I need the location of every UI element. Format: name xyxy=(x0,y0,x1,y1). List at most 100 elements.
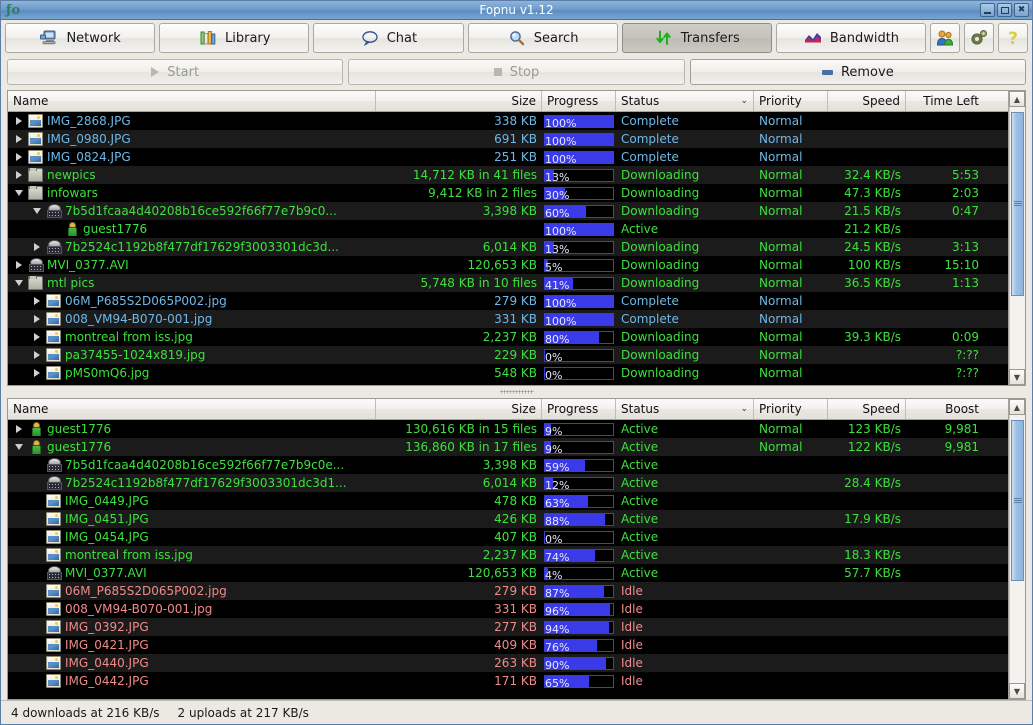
maximize-icon[interactable] xyxy=(997,3,1012,17)
collapse-toggle-icon[interactable] xyxy=(13,442,24,453)
expand-toggle-icon[interactable] xyxy=(31,350,42,361)
column-header-progress[interactable]: Progress xyxy=(542,91,616,111)
expand-toggle-icon[interactable] xyxy=(31,296,42,307)
column-header-speed[interactable]: Speed xyxy=(828,399,906,419)
table-row[interactable]: IMG_0449.JPG478 KB63%Active xyxy=(8,492,1025,510)
tab-search[interactable]: Search xyxy=(468,23,618,53)
collapse-toggle-icon[interactable] xyxy=(13,188,24,199)
table-row[interactable]: 7b5d1fcaa4d40208b16ce592f66f77e7b9c0e...… xyxy=(8,456,1025,474)
table-row[interactable]: IMG_0442.JPG171 KB65%Idle xyxy=(8,672,1025,690)
table-row[interactable]: montreal from iss.jpg2,237 KB74%Active18… xyxy=(8,546,1025,564)
column-header-priority[interactable]: Priority xyxy=(754,399,828,419)
tab-chat[interactable]: Chat xyxy=(313,23,463,53)
table-row[interactable]: 008_VM94-B070-001.jpg331 KB96%Idle xyxy=(8,600,1025,618)
scroll-down-icon[interactable]: ▼ xyxy=(1009,683,1025,699)
photo-file-icon xyxy=(46,602,61,616)
downloads-vertical-scrollbar[interactable]: ▲ ▼ xyxy=(1008,91,1025,385)
table-row[interactable]: pMS0mQ6.jpg548 KB0%DownloadingNormal?:?? xyxy=(8,364,1025,382)
users-icon[interactable] xyxy=(930,23,960,53)
column-header-speed[interactable]: Speed xyxy=(828,91,906,111)
downloads-scroll-track[interactable] xyxy=(1009,107,1025,369)
uploads-scroll-track[interactable] xyxy=(1009,415,1025,683)
table-row[interactable]: guest1776130,616 KB in 15 files9%ActiveN… xyxy=(8,420,1025,438)
expand-toggle-icon[interactable] xyxy=(31,332,42,343)
table-row[interactable]: 06M_P685S2D065P002.jpg279 KB87%Idle xyxy=(8,582,1025,600)
row-priority-cell: Normal xyxy=(754,204,828,218)
gear-icon[interactable] xyxy=(964,23,994,53)
table-row[interactable]: IMG_0392.JPG277 KB94%Idle xyxy=(8,618,1025,636)
pane-splitter[interactable] xyxy=(1,386,1032,398)
column-header-name[interactable]: Name xyxy=(8,91,376,111)
table-row[interactable]: montreal from iss.jpg2,237 KB80%Download… xyxy=(8,328,1025,346)
table-row[interactable]: 7b5d1fcaa4d40208b16ce592f66f77e7b9c0...3… xyxy=(8,202,1025,220)
downloads-list[interactable]: IMG_2868.JPG338 KB100%CompleteNormalIMG_… xyxy=(8,112,1025,385)
expand-toggle-icon[interactable] xyxy=(13,134,24,145)
table-row[interactable]: IMG_0980.JPG691 KB100%CompleteNormal xyxy=(8,130,1025,148)
expand-toggle-icon[interactable] xyxy=(13,424,24,435)
uploads-vertical-scrollbar[interactable]: ▲ ▼ xyxy=(1008,399,1025,699)
table-row[interactable]: 008_VM94-B070-001.jpg331 KB100%CompleteN… xyxy=(8,310,1025,328)
expand-toggle-icon[interactable] xyxy=(13,170,24,181)
table-row[interactable]: IMG_0824.JPG251 KB100%CompleteNormal xyxy=(8,148,1025,166)
film-file-icon xyxy=(28,258,43,272)
start-button[interactable]: Start xyxy=(7,59,343,85)
minimize-icon[interactable] xyxy=(980,3,995,17)
scroll-down-icon[interactable]: ▼ xyxy=(1009,369,1025,385)
table-row[interactable]: MVI_0377.AVI120,653 KB5%DownloadingNorma… xyxy=(8,256,1025,274)
collapse-toggle-icon[interactable] xyxy=(31,206,42,217)
tab-network[interactable]: Network xyxy=(5,23,155,53)
table-row[interactable]: IMG_0454.JPG407 KB0%Active xyxy=(8,528,1025,546)
progress-label: 0% xyxy=(545,351,562,362)
table-row[interactable]: MVI_0377.AVI120,653 KB4%Active57.7 KB/s xyxy=(8,564,1025,582)
stop-button[interactable]: Stop xyxy=(348,59,684,85)
tab-bandwidth[interactable]: Bandwidth xyxy=(776,23,926,53)
column-header-size[interactable]: Size xyxy=(376,91,542,111)
column-header-status[interactable]: Status⌄ xyxy=(616,399,754,419)
table-row[interactable]: 06M_P685S2D065P002.jpg279 KB100%Complete… xyxy=(8,292,1025,310)
table-row[interactable]: guest1776136,860 KB in 17 files9%ActiveN… xyxy=(8,438,1025,456)
table-row[interactable]: 7b2524c1192b8f477df17629f3003301dc3d1...… xyxy=(8,474,1025,492)
uploads-list[interactable]: guest1776130,616 KB in 15 files9%ActiveN… xyxy=(8,420,1025,699)
table-row[interactable]: infowars9,412 KB in 2 files30%Downloadin… xyxy=(8,184,1025,202)
help-icon[interactable]: ? xyxy=(998,23,1028,53)
collapse-toggle-icon[interactable] xyxy=(13,278,24,289)
expand-toggle-icon[interactable] xyxy=(13,116,24,127)
scroll-up-icon[interactable]: ▲ xyxy=(1009,91,1025,107)
table-row[interactable]: 7b2524c1192b8f477df17629f3003301dc3d...6… xyxy=(8,238,1025,256)
remove-button[interactable]: Remove xyxy=(690,59,1026,85)
table-row[interactable]: IMG_0421.JPG409 KB76%Idle xyxy=(8,636,1025,654)
column-header-size[interactable]: Size xyxy=(376,399,542,419)
photo-file-icon xyxy=(46,620,61,634)
column-header-priority[interactable]: Priority xyxy=(754,91,828,111)
expand-toggle-icon[interactable] xyxy=(31,368,42,379)
row-progress-cell: 74% xyxy=(542,549,616,562)
column-header-name[interactable]: Name xyxy=(8,399,376,419)
expand-toggle-icon[interactable] xyxy=(13,260,24,271)
row-size-cell: 338 KB xyxy=(376,114,542,128)
column-header-boost[interactable]: Boost xyxy=(906,399,984,419)
table-row[interactable]: IMG_0451.JPG426 KB88%Active17.9 KB/s xyxy=(8,510,1025,528)
row-progress-cell: 65% xyxy=(542,675,616,688)
tab-library[interactable]: Library xyxy=(159,23,309,53)
expand-toggle-icon[interactable] xyxy=(31,314,42,325)
row-name-cell: guest1776 xyxy=(8,440,376,454)
table-row[interactable]: mtl pics5,748 KB in 10 files41%Downloadi… xyxy=(8,274,1025,292)
close-icon[interactable]: ✖ xyxy=(1014,3,1029,17)
column-header-status[interactable]: Status⌄ xyxy=(616,91,754,111)
column-header-progress[interactable]: Progress xyxy=(542,399,616,419)
downloads-scroll-thumb[interactable] xyxy=(1011,112,1024,295)
table-row[interactable]: IMG_0440.JPG263 KB90%Idle xyxy=(8,654,1025,672)
table-row[interactable]: IMG_2868.JPG338 KB100%CompleteNormal xyxy=(8,112,1025,130)
table-row[interactable]: pa37455-1024x819.jpg229 KB0%DownloadingN… xyxy=(8,346,1025,364)
progress-bar: 88% xyxy=(544,513,614,526)
table-row[interactable]: guest1776100%Active21.2 KB/s xyxy=(8,220,1025,238)
tab-transfers[interactable]: Transfers xyxy=(622,23,772,53)
table-row[interactable]: newpics14,712 KB in 41 files13%Downloadi… xyxy=(8,166,1025,184)
row-priority-cell: Normal xyxy=(754,150,828,164)
expand-toggle-icon[interactable] xyxy=(31,242,42,253)
user-icon xyxy=(64,222,79,236)
expand-toggle-icon[interactable] xyxy=(13,152,24,163)
uploads-scroll-thumb[interactable] xyxy=(1011,420,1024,581)
scroll-up-icon[interactable]: ▲ xyxy=(1009,399,1025,415)
column-header-time-left[interactable]: Time Left xyxy=(906,91,984,111)
